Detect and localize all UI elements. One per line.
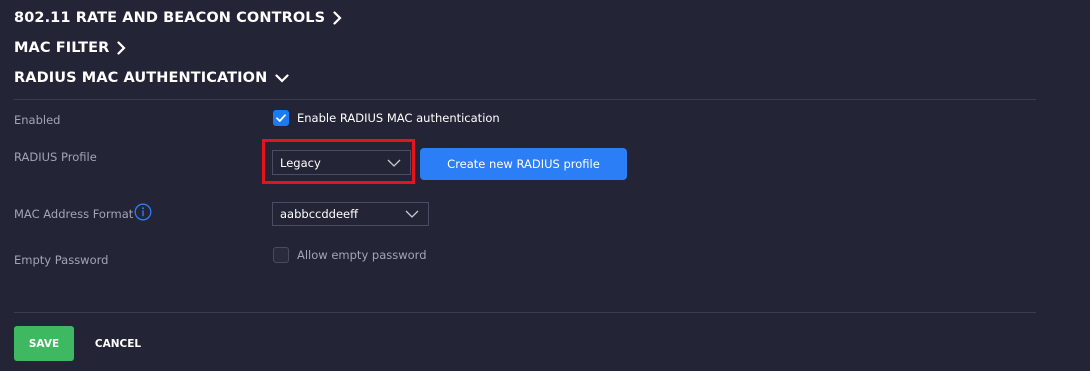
section-radius-mac-authentication[interactable]: RADIUS MAC AUTHENTICATION [14, 70, 289, 86]
section-divider [14, 99, 1036, 100]
section-mac-filter[interactable]: MAC FILTER [14, 40, 127, 56]
chevron-right-icon [333, 11, 342, 25]
enable-radius-mac-auth-label[interactable]: Enable RADIUS MAC authentication [297, 111, 500, 125]
enable-radius-mac-auth-checkbox[interactable] [273, 110, 289, 126]
section-rate-beacon-title: 802.11 RATE AND BEACON CONTROLS [14, 10, 326, 26]
mac-address-format-value: aabbccddeeff [280, 207, 359, 221]
chevron-right-icon [117, 41, 127, 55]
info-icon[interactable] [134, 203, 152, 221]
enabled-label: Enabled [14, 113, 61, 127]
cancel-button[interactable]: CANCEL [80, 326, 156, 361]
create-radius-profile-button[interactable]: Create new RADIUS profile [420, 148, 627, 180]
mac-address-format-select[interactable]: aabbccddeeff [272, 202, 429, 226]
chevron-down-icon [275, 73, 289, 83]
section-rate-beacon-controls[interactable]: 802.11 RATE AND BEACON CONTROLS [14, 10, 342, 26]
allow-empty-password-checkbox[interactable] [273, 247, 289, 263]
section-mac-filter-title: MAC FILTER [14, 40, 110, 56]
empty-password-label: Empty Password [14, 253, 109, 267]
radius-profile-label: RADIUS Profile [14, 150, 97, 164]
radius-settings-panel: 802.11 RATE AND BEACON CONTROLS MAC FILT… [0, 0, 1090, 371]
chevron-down-icon [387, 159, 401, 167]
allow-empty-password-label[interactable]: Allow empty password [297, 248, 427, 262]
chevron-down-icon [405, 210, 419, 218]
save-button[interactable]: SAVE [14, 326, 74, 361]
radius-profile-select[interactable]: Legacy [272, 150, 411, 175]
checkmark-icon [276, 114, 286, 122]
mac-address-format-label: MAC Address Format [14, 207, 134, 221]
footer-divider [14, 312, 1036, 313]
radius-profile-value: Legacy [280, 155, 321, 170]
section-radius-mac-auth-title: RADIUS MAC AUTHENTICATION [14, 70, 268, 86]
